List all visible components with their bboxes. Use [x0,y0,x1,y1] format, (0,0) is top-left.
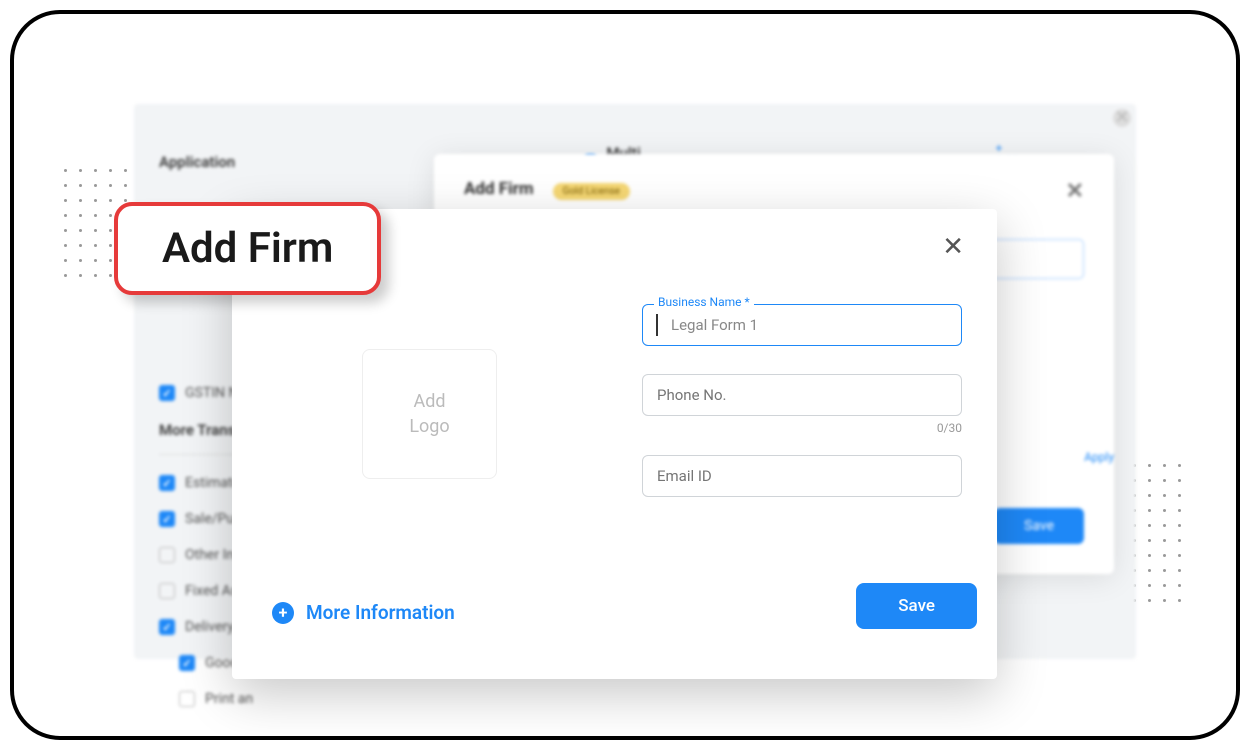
gold-license-badge: Gold License [553,183,630,200]
close-icon[interactable]: ✕ [1113,109,1131,127]
phone-input[interactable] [642,374,962,416]
bg-save-button[interactable]: Save [994,508,1084,544]
modal-title-callout: Add Firm [114,202,381,295]
checkbox-estimate[interactable] [159,475,175,491]
plus-circle-icon: + [272,602,294,624]
phone-field-wrap [642,374,962,416]
checkbox-gstin[interactable] [159,385,175,401]
section-application: Application [159,153,235,171]
checkbox-fixed[interactable] [159,583,175,599]
checkbox-delivery[interactable] [159,619,175,635]
close-icon[interactable]: ✕ [942,234,964,260]
business-name-label: Business Name * [654,295,754,309]
save-button[interactable]: Save [856,583,977,629]
label-print: Print an [205,691,253,707]
text-cursor [656,314,658,336]
bg-apply-link[interactable]: Apply [1084,450,1114,464]
add-firm-modal: Add Firm ✕ Add Logo Business Name * 0/30… [232,209,997,679]
checkbox-other[interactable] [159,547,175,563]
checkbox-print[interactable] [179,691,195,707]
add-logo-button[interactable]: Add Logo [362,349,497,479]
email-field-wrap [642,455,962,497]
checkbox-salepurch[interactable] [159,511,175,527]
bg-dialog-title: Add Firm [464,179,534,199]
add-logo-label: Add Logo [409,389,449,439]
business-name-input[interactable] [642,304,962,346]
app-frame: ✕ Application Multi Firm + Add Firm Back… [10,10,1240,740]
checkbox-goods[interactable] [179,655,195,671]
more-information-button[interactable]: + More Information [272,601,455,624]
close-icon[interactable]: ✕ [1066,179,1084,204]
business-name-field-wrap: Business Name * [642,304,962,346]
phone-char-count: 0/30 [642,421,962,435]
more-info-label: More Information [306,601,455,624]
email-input[interactable] [642,455,962,497]
